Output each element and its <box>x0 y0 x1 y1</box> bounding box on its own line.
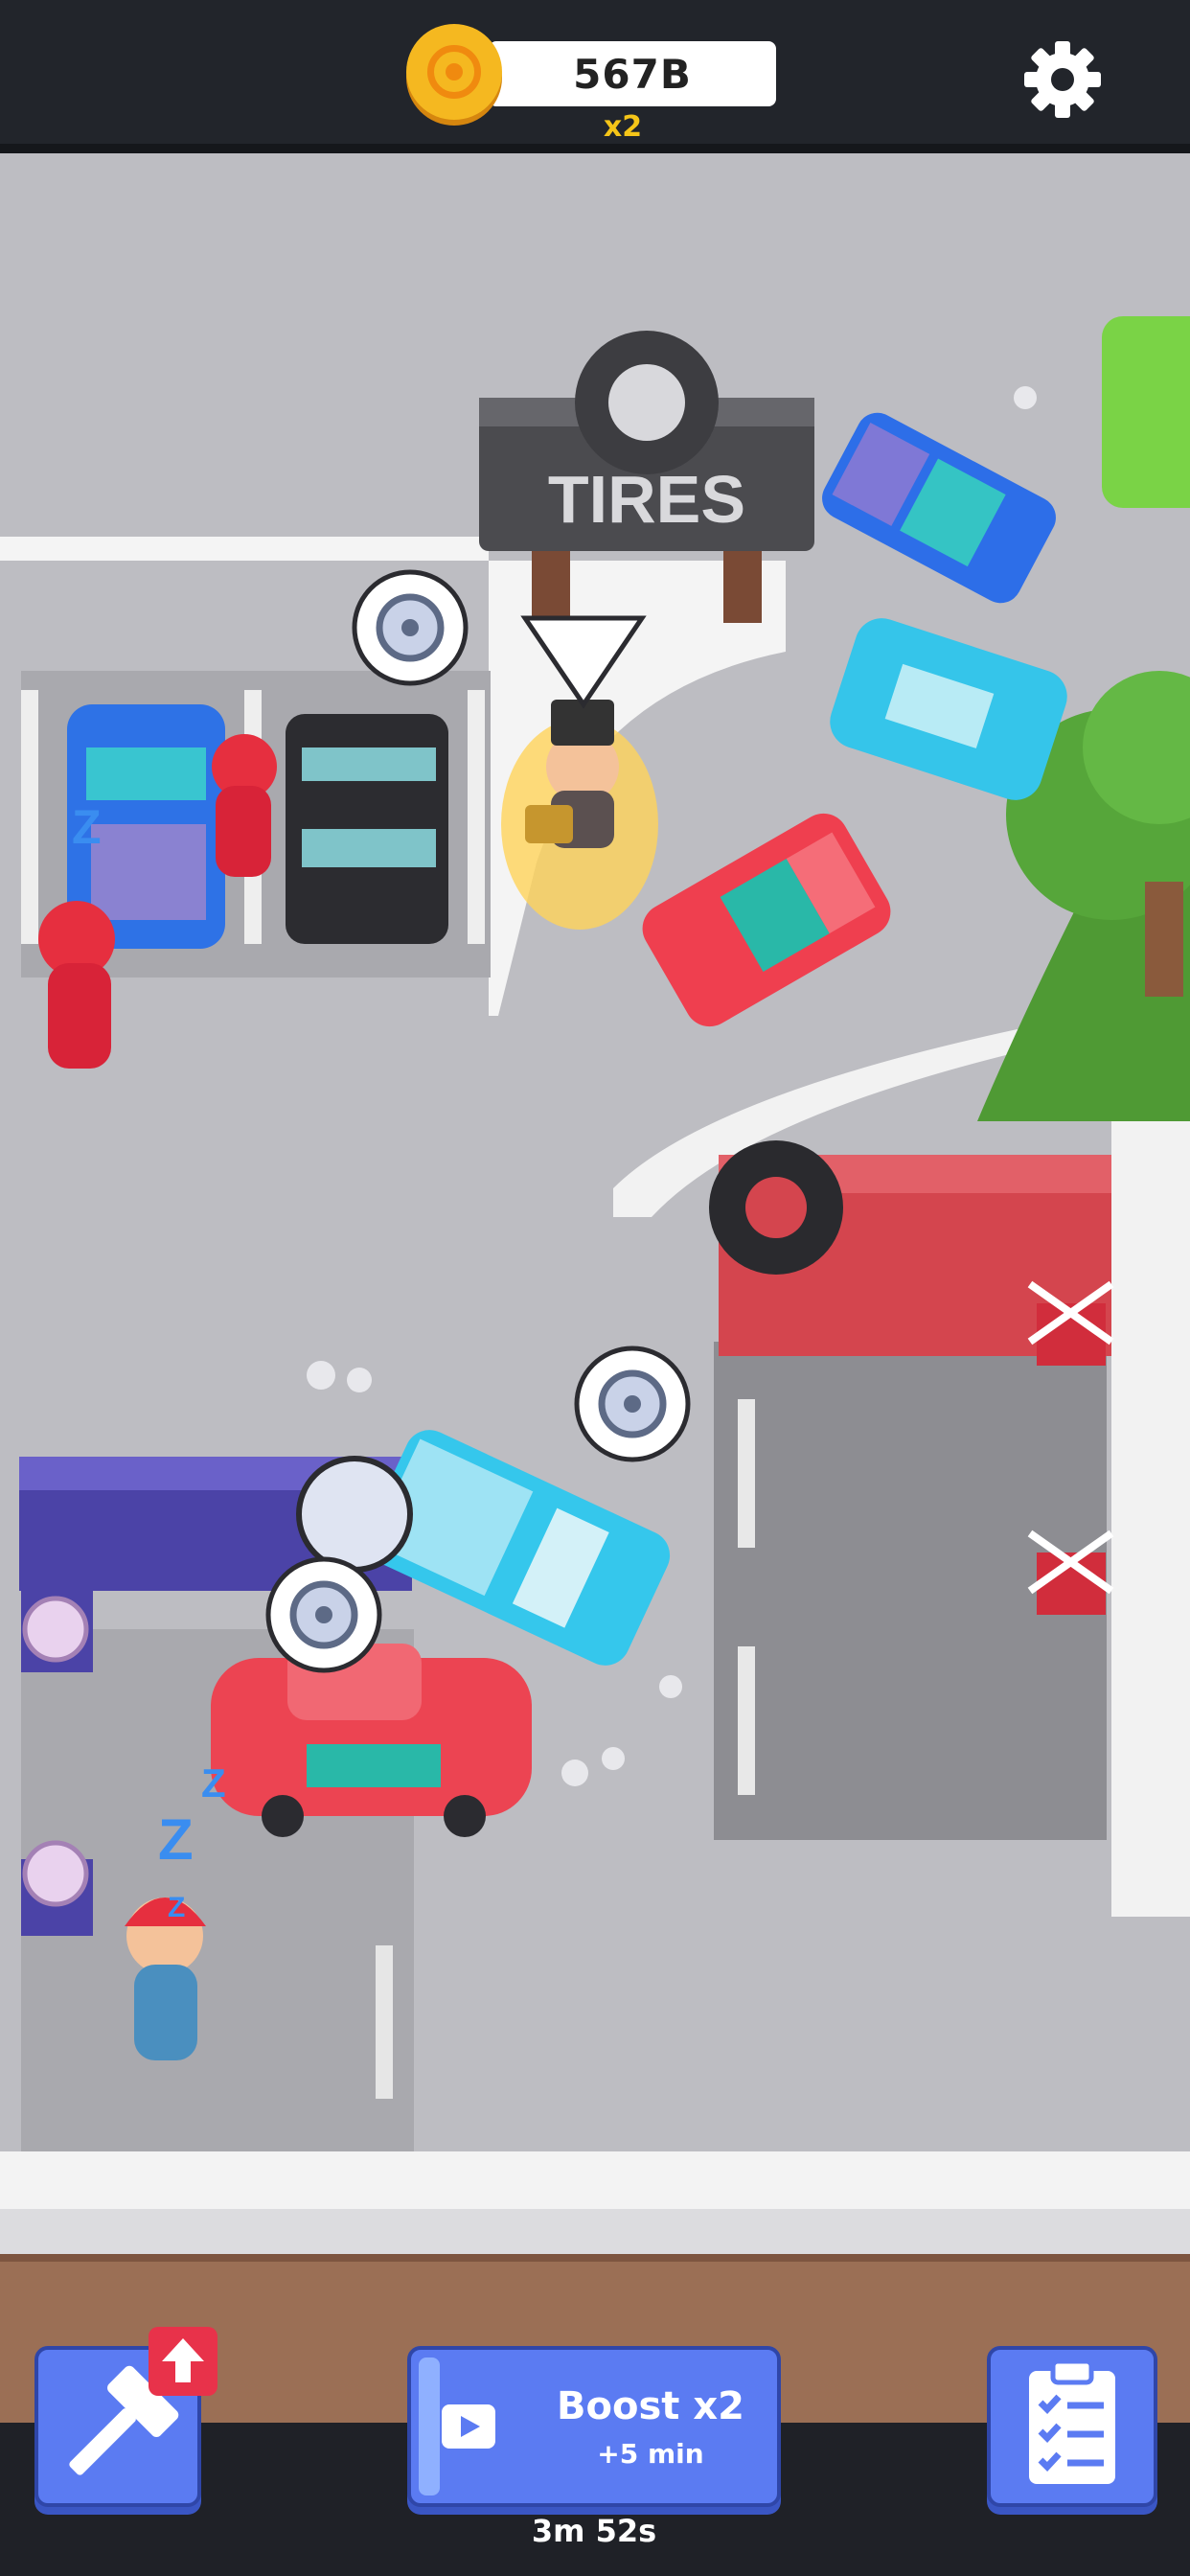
mechanic-2-body <box>48 963 111 1069</box>
wheel-on-ground <box>296 1456 413 1573</box>
dust-puff <box>659 1675 682 1698</box>
boost-duration: +5 min <box>597 2438 704 2470</box>
video-play-icon <box>442 2404 495 2449</box>
dust-puff <box>307 1361 335 1390</box>
sign-text: TIRES <box>548 462 745 537</box>
sleep-z-3: Z <box>201 1760 226 1806</box>
black-car-window-front <box>302 748 436 781</box>
coin-hub <box>446 63 463 80</box>
big-tire-hole <box>745 1177 807 1238</box>
arrow-up-icon <box>162 2338 204 2382</box>
tasks-button[interactable] <box>987 2346 1157 2507</box>
blue-car-window <box>86 748 206 800</box>
shop-lane-line-2 <box>738 1646 755 1795</box>
clipboard-checklist-icon <box>1029 2358 1115 2484</box>
queue-car-blue <box>822 412 1056 604</box>
money-counter: 567B <box>489 41 776 106</box>
dust-puff <box>602 1747 625 1770</box>
dust-puff <box>1014 386 1037 409</box>
rim-icon-2 <box>22 1840 89 1907</box>
top-bar-divider <box>0 144 1190 153</box>
boost-button[interactable]: Boost x2 +5 min <box>407 2346 781 2507</box>
shop-lane-line-1 <box>738 1399 755 1548</box>
dust-puff <box>561 1760 588 1786</box>
queue-car-green <box>1102 316 1190 508</box>
map-scene: TIRES Z Z Z Z <box>0 316 1190 2262</box>
money-value: 567B <box>573 50 692 98</box>
boost-stripe <box>419 2358 440 2496</box>
boost-label: Boost x2 <box>557 2384 744 2428</box>
lower-lane-line <box>376 1945 393 2099</box>
sign-tire-hole <box>608 364 685 441</box>
upgrade-badge <box>149 2327 217 2396</box>
sleep-z-2: Z <box>158 1807 194 1872</box>
settings-button[interactable] <box>1021 38 1104 121</box>
sleep-z-1: Z <box>72 800 102 854</box>
dust-puff <box>347 1368 372 1392</box>
tree-trunk <box>1145 882 1183 997</box>
bay-divider-0 <box>21 690 38 944</box>
game-map[interactable]: TIRES Z Z Z Z <box>0 153 1190 2262</box>
wheel-request-bubble-3 <box>265 1556 382 1673</box>
gold-coin-icon <box>406 24 502 120</box>
mechanic-3-body <box>134 1965 197 2060</box>
wheel-request-bubble-1 <box>352 569 469 686</box>
rim-icon-1 <box>22 1596 89 1663</box>
income-multiplier: x2 <box>603 110 643 144</box>
blue-car-cargo <box>91 824 206 920</box>
black-car-window <box>302 829 436 867</box>
boost-timer: 3m 52s <box>531 2513 657 2549</box>
wheel-request-bubble-2 <box>574 1346 691 1462</box>
queue-car-red <box>642 813 891 1027</box>
queue-car-cyan <box>830 618 1067 800</box>
red-sedan <box>211 1644 532 1837</box>
sleep-z-4: Z <box>168 1892 185 1923</box>
player-briefcase <box>525 805 573 843</box>
gear-icon <box>1024 41 1101 118</box>
mechanic-body <box>216 786 271 877</box>
sidewalk-right <box>1111 1112 1190 1917</box>
bay-divider-2 <box>468 690 485 944</box>
